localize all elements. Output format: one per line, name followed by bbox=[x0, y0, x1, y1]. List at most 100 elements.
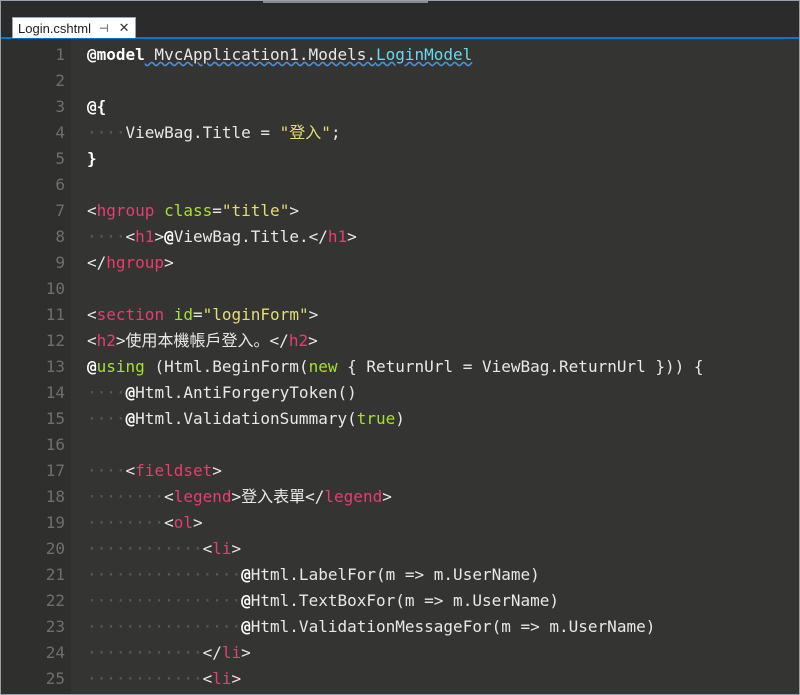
code-editor[interactable]: 1 2 3 4 5 6 7 8 9 10 11 12 13 14 15 16 17 18 19 20 21 22 23 24 2… bbox=[1, 39, 799, 694]
code-token-plain: > bbox=[164, 253, 174, 272]
code-line[interactable]: ····@Html.ValidationSummary(true) bbox=[87, 406, 405, 432]
code-line[interactable]: @model MvcApplication1.Models.LoginModel bbox=[87, 42, 472, 68]
whitespace-dots: ········ bbox=[87, 513, 165, 532]
code-line[interactable]: ····<fieldset> bbox=[87, 458, 222, 484]
code-token-plain: > bbox=[154, 227, 165, 246]
line-number: 24 bbox=[45, 643, 65, 662]
code-token-plain: { ReturnUrl = ViewBag.ReturnUrl })) { bbox=[337, 357, 704, 376]
code-token-tag: li bbox=[212, 539, 232, 558]
line-number: 15 bbox=[45, 409, 65, 428]
whitespace-dots: ············ bbox=[87, 539, 203, 558]
code-line[interactable]: ················@Html.LabelFor(m => m.Us… bbox=[87, 562, 540, 588]
code-token-plain: ) bbox=[395, 409, 405, 428]
code-token-tag: legend bbox=[173, 487, 232, 506]
whitespace-dots: ···· bbox=[87, 461, 126, 480]
whitespace-dots: ············ bbox=[87, 643, 203, 662]
code-token-plain: < bbox=[87, 305, 97, 324]
code-line[interactable]: ········<ol> bbox=[87, 510, 203, 536]
code-line[interactable]: ················@Html.TextBoxFor(m => m.… bbox=[87, 588, 559, 614]
document-tab-strip: Login.cshtml ⊣ ✕ bbox=[1, 1, 799, 39]
code-token-razor: @ bbox=[241, 591, 251, 610]
code-token-tag: legend bbox=[324, 487, 383, 506]
code-token-plain: < bbox=[87, 201, 97, 220]
code-token-tag: li bbox=[212, 669, 232, 688]
whitespace-dots: ············ bbox=[87, 669, 203, 688]
line-number: 19 bbox=[45, 513, 65, 532]
code-token-plain: > bbox=[347, 227, 357, 246]
line-number: 3 bbox=[55, 97, 65, 116]
code-line[interactable]: ····<h1>@ViewBag.Title.</h1> bbox=[87, 224, 357, 250]
line-number: 16 bbox=[45, 435, 65, 454]
code-token-tag: h1 bbox=[135, 227, 155, 246]
line-number: 14 bbox=[45, 383, 65, 402]
line-number: 12 bbox=[45, 331, 65, 350]
code-token-tag: fieldset bbox=[135, 461, 213, 480]
tab-login-cshtml[interactable]: Login.cshtml ⊣ ✕ bbox=[12, 17, 136, 38]
code-token-tag: li bbox=[221, 643, 242, 662]
code-line[interactable]: } bbox=[87, 146, 97, 172]
code-token-plain: > bbox=[308, 305, 319, 324]
line-number: 22 bbox=[45, 591, 65, 610]
code-token-type: LoginModel bbox=[375, 45, 473, 64]
code-line[interactable]: </hgroup> bbox=[87, 250, 174, 276]
code-line[interactable]: ················@Html.ValidationMessageF… bbox=[87, 614, 655, 640]
code-token-plain: < bbox=[164, 487, 174, 506]
line-number: 1 bbox=[55, 45, 65, 64]
code-token-attr: class bbox=[164, 201, 213, 220]
code-token-plain: < bbox=[125, 227, 136, 246]
code-line[interactable]: ········<legend>登入表單</legend> bbox=[87, 484, 392, 510]
code-token-plain: > bbox=[231, 539, 242, 558]
code-token-str: "loginForm" bbox=[202, 305, 309, 324]
code-token-razor: @ bbox=[125, 409, 136, 428]
code-line[interactable]: <section id="loginForm"> bbox=[87, 302, 318, 328]
tab-title: Login.cshtml bbox=[18, 20, 91, 36]
code-line[interactable]: ····@Html.AntiForgeryToken() bbox=[87, 380, 357, 406]
code-token-razor: @{ bbox=[87, 97, 107, 116]
code-token-plain: > bbox=[192, 513, 203, 532]
code-token-kw2: new bbox=[308, 357, 338, 376]
line-number: 18 bbox=[45, 487, 65, 506]
code-token-plain: </ bbox=[202, 643, 222, 662]
whitespace-dots: ···· bbox=[87, 123, 126, 142]
code-token-plain: < bbox=[125, 461, 136, 480]
code-token-plain: Html.AntiForgeryToken() bbox=[135, 383, 357, 402]
editor-window: Login.cshtml ⊣ ✕ 1 2 3 4 5 6 7 8 9 10 11 12 13 14 15 16… bbox=[0, 0, 800, 695]
code-line[interactable]: @using (Html.BeginForm(new { ReturnUrl =… bbox=[87, 354, 704, 380]
close-icon[interactable]: ✕ bbox=[119, 20, 130, 36]
code-token-plain: ; bbox=[330, 123, 341, 142]
code-token-razor: @ bbox=[125, 383, 136, 402]
code-line[interactable]: ············<li> bbox=[87, 536, 241, 562]
whitespace-dots: ···· bbox=[87, 227, 126, 246]
code-line[interactable]: <hgroup class="title"> bbox=[87, 198, 299, 224]
code-line[interactable]: <h2>使用本機帳戶登入。</h2> bbox=[87, 328, 318, 354]
title-bar-grip[interactable] bbox=[263, 1, 428, 3]
code-token-plain: Html.LabelFor(m => m.UserName) bbox=[250, 565, 540, 584]
code-token-plain: > bbox=[289, 201, 299, 220]
code-token-plain: = bbox=[212, 201, 222, 220]
line-number: 21 bbox=[45, 565, 65, 584]
code-token-razor: @ bbox=[241, 617, 251, 636]
pin-icon[interactable]: ⊣ bbox=[99, 22, 109, 35]
code-token-plain: < bbox=[202, 539, 213, 558]
code-token-tag: h2 bbox=[288, 331, 309, 350]
code-token-plain: > bbox=[231, 669, 242, 688]
code-token-kw2: true bbox=[356, 409, 396, 428]
code-token-tag: section bbox=[96, 305, 165, 324]
line-number: 6 bbox=[55, 175, 65, 194]
code-token-tag: ol bbox=[173, 513, 193, 532]
code-line[interactable]: @{ bbox=[87, 94, 106, 120]
code-line[interactable]: ············</li> bbox=[87, 640, 251, 666]
code-line[interactable]: ············<li> bbox=[87, 666, 241, 692]
code-token-plain: (Html.BeginForm( bbox=[144, 357, 309, 376]
code-token-razor: @model bbox=[87, 45, 145, 64]
line-number: 9 bbox=[55, 253, 65, 272]
code-token-razor: @ bbox=[241, 565, 251, 584]
code-token-str: "title" bbox=[221, 201, 290, 220]
code-token-razor: @ bbox=[164, 227, 174, 246]
code-token-plain: MvcApplication1.Models. bbox=[144, 45, 376, 64]
code-line[interactable]: ····ViewBag.Title = "登入"; bbox=[87, 120, 341, 146]
code-token-str: "登入" bbox=[279, 123, 331, 142]
code-token-plain: Html.ValidationMessageFor(m => m.UserNam… bbox=[250, 617, 656, 636]
code-token-plain: < bbox=[164, 513, 174, 532]
